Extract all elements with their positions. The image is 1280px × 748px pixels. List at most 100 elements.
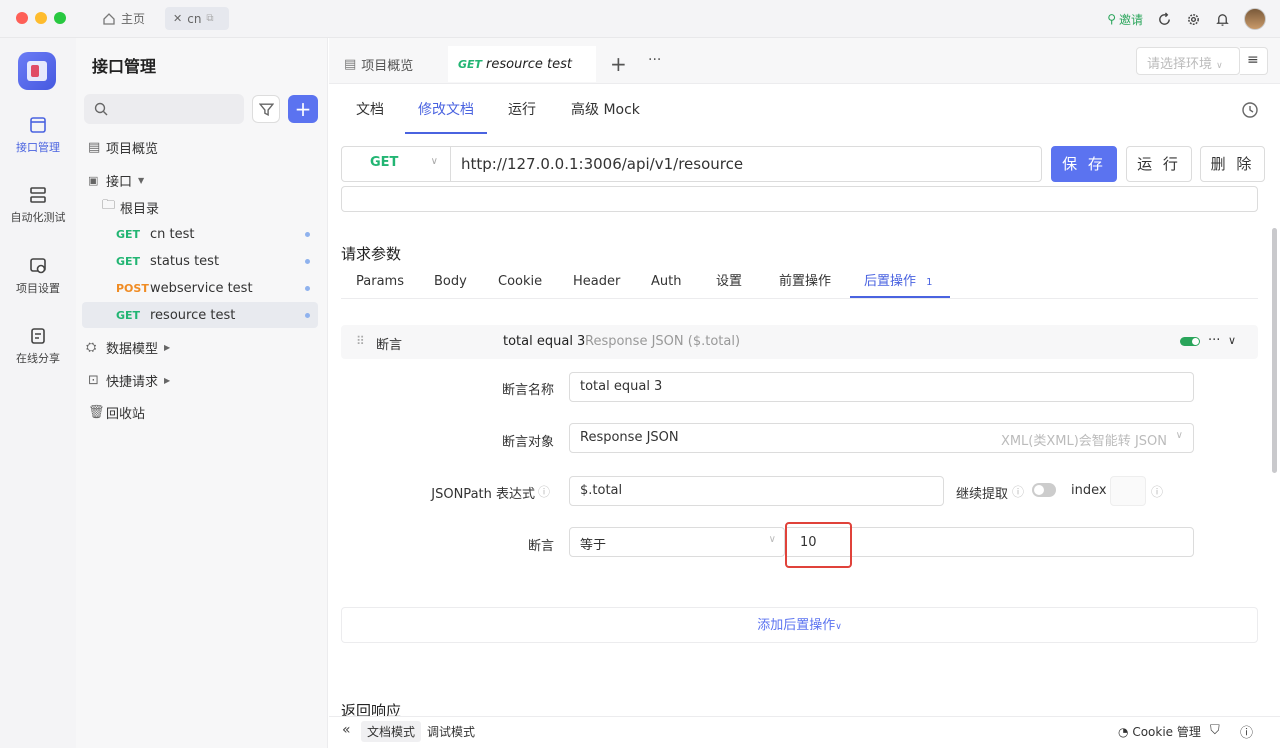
tab-advanced-mock[interactable]: 高级 Mock [571,90,640,134]
tab-method: GET [458,57,483,71]
delete-button[interactable]: 删 除 [1200,146,1265,182]
tab-cookie[interactable]: Cookie [498,266,542,298]
tab-settings[interactable]: 设置 [716,266,742,298]
info-icon: ⓘ [1012,485,1025,499]
help-icon[interactable]: ⓘ [1240,722,1253,741]
doc-mode-button[interactable]: 文档模式 [361,721,422,742]
gear-icon[interactable] [1186,12,1201,27]
sidebar-item-data-model[interactable]: ⛭ 数据模型 ▶ [82,334,318,360]
tab-header[interactable]: Header [573,266,620,298]
caret-right-icon: ▶ [164,342,171,352]
tab-doc[interactable]: 文档 [356,90,384,134]
close-window-button[interactable] [16,12,28,24]
new-tab-button[interactable]: + [610,52,627,76]
more-icon: ··· [648,52,662,68]
sidebar-item-interfaces[interactable]: ▣ 接口 ▼ [82,167,318,193]
rail-item-api-management[interactable]: 接口管理 [0,116,76,155]
environment-select[interactable]: 请选择环境 ∨ [1136,47,1240,75]
sidebar-item-label: 回收站 [106,406,146,422]
plus-icon: + [294,97,312,121]
tab-edit-doc[interactable]: 修改文档 [405,90,487,134]
tab-run[interactable]: 运行 [508,90,536,134]
collapse-sidebar-icon[interactable]: « [342,722,351,738]
index-label: index [1071,483,1107,498]
filter-button[interactable] [252,95,280,123]
add-post-operation-button[interactable]: 添加后置操作∨ [341,607,1258,643]
close-icon[interactable]: ✕ [173,12,182,25]
method-badge: GET [116,254,141,268]
jsonpath-label: JSONPath 表达式 [431,487,535,502]
assertion-target-hint: XML(类XML)会智能转 JSON [1000,434,1167,449]
tab-home[interactable]: 主页 [94,7,153,30]
tabs-divider [341,298,1258,299]
search-input[interactable] [84,94,244,124]
sidebar-item-trash[interactable]: 🗑 回收站 [82,399,318,425]
history-icon[interactable] [1241,101,1259,119]
trash-icon: 🗑 [88,404,105,420]
tree-api-item[interactable]: GET cn test [82,221,318,247]
tab-params[interactable]: Params [356,266,404,298]
shirt-icon[interactable]: ⛉ [1210,723,1220,738]
tree-api-item[interactable]: POST webservice test [82,275,318,301]
tab-body[interactable]: Body [434,266,467,298]
assertion-enable-toggle[interactable] [1180,337,1200,346]
description-textarea[interactable] [341,186,1258,212]
more-tabs-button[interactable]: ··· [648,52,661,68]
rail-item-label: 项目设置 [16,282,60,295]
status-dot [305,313,310,318]
more-icon[interactable]: ··· [1208,333,1220,348]
home-icon [103,12,115,25]
cookie-manage-button[interactable]: ◔ Cookie 管理 [1112,721,1207,742]
tab-auth[interactable]: Auth [651,266,681,298]
tab-cn[interactable]: ✕ cn ⧉ [165,7,229,30]
tab-project-overview[interactable]: ▤ 项目概览 [336,46,421,82]
expected-value-highlight[interactable]: 10 [785,522,852,568]
api-name: cn test [150,226,195,242]
assertion-type-label: 断言 [376,338,403,353]
debug-mode-button[interactable]: 调试模式 [421,721,481,742]
assertion-header[interactable] [341,325,1258,359]
method-select[interactable]: GET ∨ [341,146,451,182]
assertion-name-input[interactable]: total equal 3 [569,372,1194,402]
url-input[interactable]: http://127.0.0.1:3006/api/v1/resource [450,146,1042,182]
info-icon: ⓘ [538,485,551,499]
rail-item-project-settings[interactable]: 项目设置 [0,257,76,296]
sidebar-item-overview[interactable]: ▤ 项目概览 [82,134,318,160]
refresh-icon[interactable] [1157,11,1172,27]
assertion-target-select[interactable]: Response JSON XML(类XML)会智能转 JSON ∨ [569,423,1194,453]
bell-icon[interactable] [1215,12,1230,27]
maximize-window-button[interactable] [54,12,66,24]
add-button[interactable]: + [288,95,318,123]
chevron-down-icon[interactable]: ∨ [1228,334,1236,347]
continue-extract-toggle[interactable] [1032,483,1056,497]
index-input[interactable] [1110,476,1146,506]
drag-handle-icon[interactable]: ⠿ [356,334,365,348]
minimize-window-button[interactable] [35,12,47,24]
tab-resource-test[interactable]: GET resource test [448,46,596,82]
tree-api-item[interactable]: GET status test [82,248,318,274]
invite-button[interactable]: ⚲ 邀请 [1107,11,1143,28]
operator-select[interactable]: 等于 ∨ [569,527,785,557]
rail-item-share[interactable]: 在线分享 [0,327,76,366]
tab-pre-operation[interactable]: 前置操作 [779,266,831,298]
scrollbar[interactable] [1272,228,1277,473]
save-button[interactable]: 保 存 [1051,146,1117,182]
tab-post-operation[interactable]: 后置操作 1 [850,266,950,298]
assertion-summary-name: total equal 3 [503,334,586,349]
cookie-manage-label: Cookie 管理 [1132,725,1201,739]
status-dot [305,232,310,237]
rail-item-automation[interactable]: 自动化测试 [0,186,76,225]
assertion-summary-desc: Response JSON ($.total) [585,334,741,349]
menu-button[interactable]: ≡ [1240,47,1268,75]
folder-icon: 🗀 [102,198,116,213]
tree-api-item-selected[interactable]: GET resource test [82,302,318,328]
sidebar-item-quick-request[interactable]: ⊡ 快捷请求 ▶ [82,367,318,393]
cookie-icon: ◔ [1118,725,1129,739]
avatar[interactable] [1244,8,1266,30]
run-button[interactable]: 运 行 [1126,146,1192,182]
status-dot [305,259,310,264]
jsonpath-input[interactable]: $.total [569,476,944,506]
tree-folder-root[interactable]: 🗀 根目录 [82,194,318,220]
hamburger-icon: ≡ [1247,52,1259,68]
titlebar-actions: ⚲ 邀请 [1107,8,1266,30]
